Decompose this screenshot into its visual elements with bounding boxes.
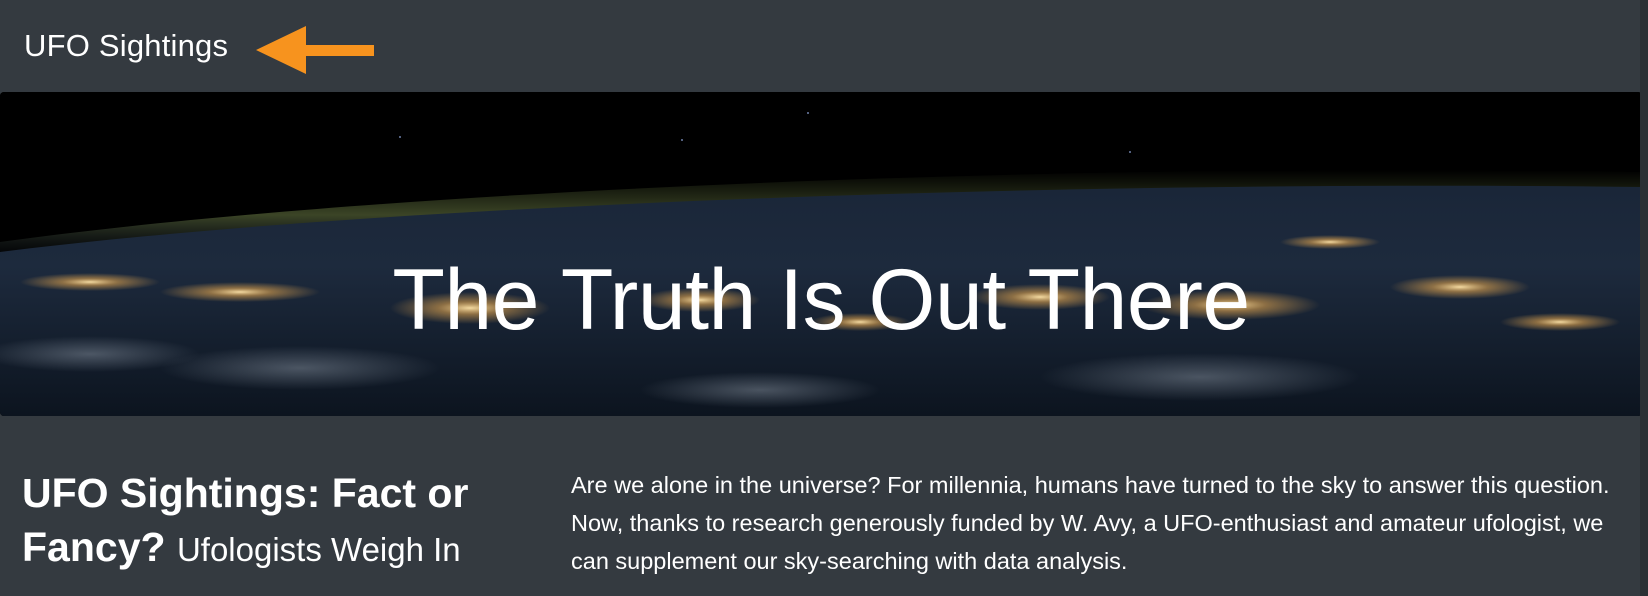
hero-jumbotron: The Truth Is Out There <box>0 92 1642 416</box>
navbar-brand-link[interactable]: UFO Sightings <box>24 26 228 66</box>
window-edge <box>1640 0 1648 596</box>
article-heading-sub: Ufologists Weigh In <box>176 531 461 568</box>
page: UFO Sightings The Truth Is Out There UFO… <box>0 0 1648 596</box>
article-heading: UFO Sightings: Fact or Fancy? Ufologists… <box>22 466 542 577</box>
hero-title: The Truth Is Out There <box>392 251 1250 348</box>
navbar: UFO Sightings <box>0 0 1640 92</box>
article-intro-paragraph: Are we alone in the universe? For millen… <box>571 472 1610 574</box>
arrow-left-icon <box>256 26 374 74</box>
